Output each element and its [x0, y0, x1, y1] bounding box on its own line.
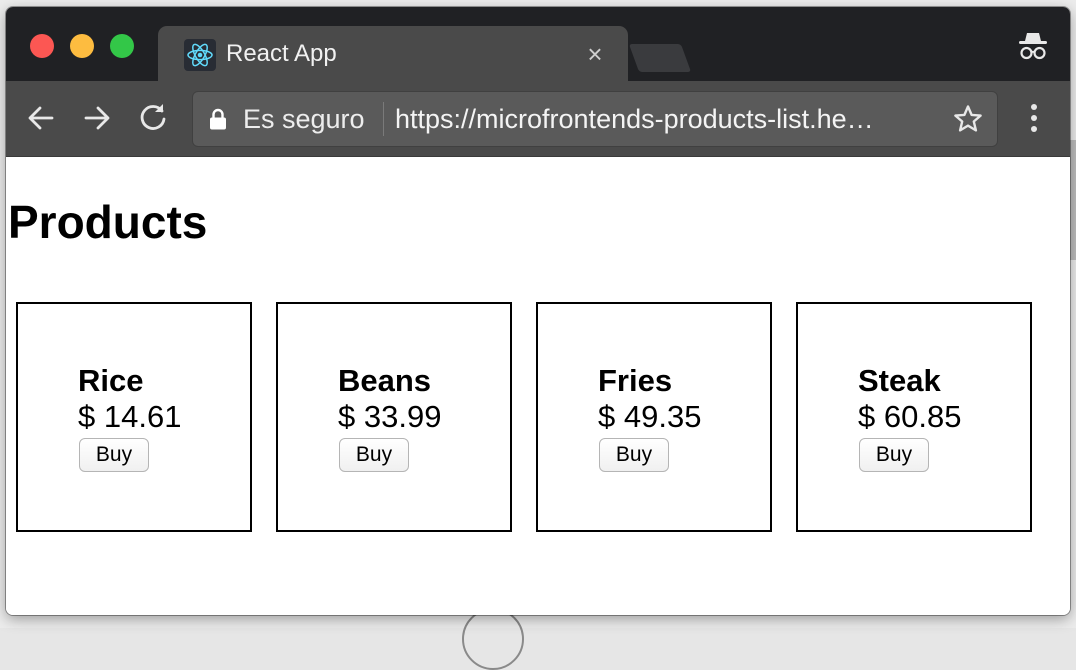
buy-button-steak[interactable]: Buy: [859, 438, 929, 472]
product-card-fries: Fries $ 49.35 Buy: [536, 302, 772, 532]
reload-icon[interactable]: [136, 101, 170, 135]
browser-toolbar: Es seguro https://microfrontends-product…: [6, 81, 1070, 157]
product-card-rice: Rice $ 14.61 Buy: [16, 302, 252, 532]
page-content: Products Rice $ 14.61 Buy Beans $ 33.99 …: [6, 157, 1070, 615]
incognito-icon: [1016, 29, 1050, 63]
buy-button-fries[interactable]: Buy: [599, 438, 669, 472]
product-card-steak: Steak $ 60.85 Buy: [796, 302, 1032, 532]
address-bar-divider: [383, 102, 384, 136]
new-tab-button[interactable]: [628, 44, 692, 72]
buy-button-beans[interactable]: Buy: [339, 438, 409, 472]
product-name: Fries: [598, 363, 673, 398]
menu-dots-icon[interactable]: [1024, 101, 1044, 135]
browser-window: React App × Es seguro https://microfront…: [6, 7, 1070, 615]
product-name: Steak: [858, 363, 941, 398]
tab-title: React App: [226, 40, 337, 67]
react-logo-icon: [184, 39, 216, 71]
minimize-window-button[interactable]: [70, 34, 94, 58]
star-icon[interactable]: [953, 104, 983, 134]
product-name: Rice: [78, 363, 144, 398]
close-window-button[interactable]: [30, 34, 54, 58]
background-window-edge: [1070, 140, 1076, 260]
product-price: $ 14.61: [78, 399, 182, 434]
buy-button-rice[interactable]: Buy: [79, 438, 149, 472]
zoom-window-button[interactable]: [110, 34, 134, 58]
back-arrow-icon[interactable]: [24, 101, 58, 135]
tab-close-icon[interactable]: ×: [582, 41, 608, 67]
product-price: $ 60.85: [858, 399, 962, 434]
product-name: Beans: [338, 363, 432, 398]
product-price: $ 49.35: [598, 399, 702, 434]
lock-icon[interactable]: [209, 108, 227, 130]
address-bar[interactable]: Es seguro https://microfrontends-product…: [192, 91, 998, 147]
forward-arrow-icon[interactable]: [80, 101, 114, 135]
tab-react-app[interactable]: React App ×: [158, 26, 628, 81]
title-bar: React App ×: [6, 7, 1070, 81]
product-price: $ 33.99: [338, 399, 442, 434]
secure-connection-label[interactable]: Es seguro: [243, 103, 365, 135]
background-circle-icon: [462, 608, 524, 670]
product-card-beans: Beans $ 33.99 Buy: [276, 302, 512, 532]
url-text[interactable]: https://microfrontends-products-list.he…: [395, 103, 931, 135]
page-title: Products: [8, 196, 208, 248]
